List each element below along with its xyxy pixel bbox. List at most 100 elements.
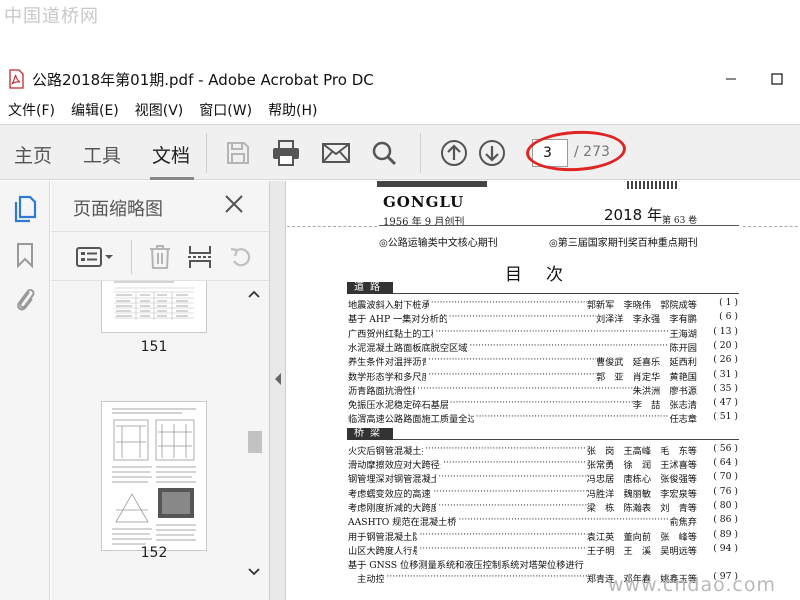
toc-leader-dots: ········································… [475,411,670,423]
toc-entry-title: 数学形态学和多尺度分析的路面裂缝提取 [348,371,427,382]
toc-leader-dots: ········································… [469,339,669,351]
toc-entry[interactable]: 火灾后钢管混凝土拱桥的承载力评估研究······················… [348,443,738,456]
toc-entry[interactable]: 考虑蠕变效应的高速铁路桥梁桩基工后沉降计算···················… [348,486,738,499]
toc-entry[interactable]: 钢管埋深对钢管混凝土复合桩竖向承载特性影响研究·················… [348,471,738,484]
document-view[interactable]: GONGLU 1956 年 9 月创刊 2018 年 第 63 卷 ◎公路运输类… [287,181,800,600]
save-icon[interactable] [222,137,254,169]
toc-entry-page: ( 13 ) [713,325,738,337]
chevron-up-icon[interactable] [245,289,263,303]
thumbnail-scrollbar[interactable] [245,281,263,600]
toc-leader-dots: ········································… [435,325,669,337]
core-journal-tag: ◎公路运输类中文核心期刊 [379,238,498,249]
watermark-bottom: www.cndao.com [607,574,776,596]
toolbar-divider [420,133,421,173]
toc-entry-page: ( 26 ) [713,354,738,366]
toc-entry-page: ( 76 ) [713,485,738,497]
print-icon[interactable] [270,137,302,169]
toc-entry[interactable]: 考虑刚度折减的大跨度波形钢腹板连续梁桥力学性能·················… [348,500,738,513]
toc-entry-page: ( 1 ) [719,297,738,308]
award-tag: ◎第三届国家期刊奖百种重点期刊 [549,238,698,249]
toc-entry-authors: 刘泽洋 李永强 李有鹏 [595,314,697,325]
bookmark-icon[interactable] [12,241,38,269]
menu-window[interactable]: 窗口(W) [191,100,260,120]
attachment-icon[interactable] [12,285,38,313]
toc-entry[interactable]: 用于钢管混凝土防脱粘检测的新技术························… [348,529,738,542]
toolbar-divider [206,133,207,173]
page-thumbnail-151[interactable] [101,281,207,333]
menu-view[interactable]: 视图(V) [127,100,192,120]
maximize-button[interactable] [754,64,800,94]
toc-entry-authors: 王子明 王 溪 吴明远等 [586,545,697,556]
toc-entry-authors: 袁江英 董向前 张 峰等 [586,531,697,542]
close-icon[interactable] [223,193,245,215]
toc-entry-title: 用于钢管混凝土防脱粘检测的新技术 [348,531,418,542]
issue-year: 2018 年 [604,206,662,224]
toc-entry-title: 考虑蠕变效应的高速铁路桥梁桩基工后沉降计算 [348,488,432,499]
tab-document[interactable]: 文档 [152,141,190,168]
toc-entry-title: 地震波斜入射下桩承式加筋路基动力响应分析 [348,300,429,310]
panel-splitter[interactable] [269,181,286,600]
page-thumbnail-152[interactable] [101,401,207,551]
toc-entry[interactable]: AASHTO 规范在混凝土桥梁设计的应用指导··················… [348,514,738,527]
toc-entry[interactable]: 养生条件对温拌沥青混合料稳定度的影响······················… [348,354,738,367]
toc-entry-authors: 郭 亚 肖定华 黄艳国 [595,371,697,382]
toc-entry-page: ( 64 ) [713,457,738,468]
tab-tools[interactable]: 工具 [83,141,121,168]
toc-entry-title: 沥青路面抗滑性能研究现状 [348,385,415,396]
toc-entry-authors: 冯胜洋 魏丽敏 李宏泉等 [586,488,697,499]
next-page-icon[interactable] [476,137,508,169]
email-icon[interactable] [320,137,352,169]
toc-entry-authors: 张 岗 王高峰 毛 东等 [586,445,697,456]
toc-entry-page: ( 31 ) [713,368,738,380]
rotate-icon[interactable] [225,244,255,270]
thumbnail-label: 152 [140,545,168,561]
delete-icon[interactable] [145,244,175,270]
toc-leader-dots: ········································… [458,514,670,526]
section-heading: 道路 [347,282,393,294]
thumbnails-panel: 页面缩略图 151 152 [51,181,269,600]
menu-edit[interactable]: 编辑(E) [63,100,127,120]
toc-entry[interactable]: 数学形态学和多尺度分析的路面裂缝提取······················… [348,369,738,382]
section-rule [393,438,739,440]
tab-home[interactable]: 主页 [14,141,52,168]
toc-entry[interactable]: 水泥混凝土路面板底脱空区域动水压力分布特性研究·················… [348,340,738,353]
toc-entry[interactable]: 广西贺州红黏土的工程性质研究··························… [348,326,738,339]
toc-entry-authors: 陈开园 [669,342,697,353]
toc-entry-title: AASHTO 规范在混凝土桥梁设计的应用指导 [348,517,457,528]
minimize-button[interactable] [708,64,754,94]
toc-leader-dots: ········································… [430,297,587,308]
toc-entry[interactable]: 沥青路面抗滑性能研究现状····························… [348,383,738,396]
toc-entry-authors: 梁 栋 陈瀚表 刘 青等 [586,502,697,513]
toc-entry[interactable]: 临渭高速公路路面施工质量全过程动态监控系统应用研究···············… [348,411,738,424]
toc-entry-page: ( 86 ) [713,514,738,526]
page-thumbnails-icon[interactable] [12,195,38,223]
search-icon[interactable] [368,137,400,169]
toc-entry[interactable]: 地震波斜入射下桩承式加筋路基动力响应分析····················… [348,297,738,310]
pdf-file-icon [8,69,24,89]
toc-entry-page: ( 47 ) [713,397,738,409]
toc-leader-dots: ········································… [425,442,587,454]
extract-pages-icon[interactable] [185,244,215,270]
scrollbar-thumb[interactable] [248,431,262,453]
navigation-rail [0,181,50,600]
toc-entry[interactable]: 基于 AHP 一集对分析的山区丘陵公路边坡稳定性评价模型············… [348,311,738,324]
toc-entry-title: 基于 AHP 一集对分析的山区丘陵公路边坡稳定性评价模型 [348,314,447,325]
toc-leader-dots: ········································… [428,368,596,380]
toc-entry[interactable]: 滑动摩擦效应对大跨径多跨连续梁桥地震响应的影响研究···············… [348,457,738,470]
menu-file[interactable]: 文件(F) [0,100,63,120]
toc-entry[interactable]: 免振压水泥稳定碎石基层配合比设计与施工方法···················… [348,397,738,410]
chevron-down-icon[interactable] [245,567,263,581]
toc-entry[interactable]: 山区大跨度人行悬索桥工程地质勘察························… [348,543,738,556]
menu-help[interactable]: 帮助(H) [260,100,325,120]
toc-entry-title: 山区大跨度人行悬索桥工程地质勘察 [348,545,418,556]
collapse-arrow-icon[interactable] [273,371,283,385]
toc-entry-page: ( 6 ) [719,311,738,323]
thumbnail-list: 151 152 [51,281,269,600]
toc-entry-page: ( 35 ) [713,382,738,394]
active-tab-indicator [150,177,194,180]
main-toolbar: 主页 工具 文档 3 / 273 [0,124,800,180]
previous-page-icon[interactable] [438,137,470,169]
toc-entry[interactable]: 基于 GNSS 位移测量系统和液压控制系统对塔架位移进行 [348,557,738,570]
toc-entry-authors: 曹俊武 延喜乐 延西利 [595,357,697,368]
options-menu-icon[interactable] [75,244,115,270]
